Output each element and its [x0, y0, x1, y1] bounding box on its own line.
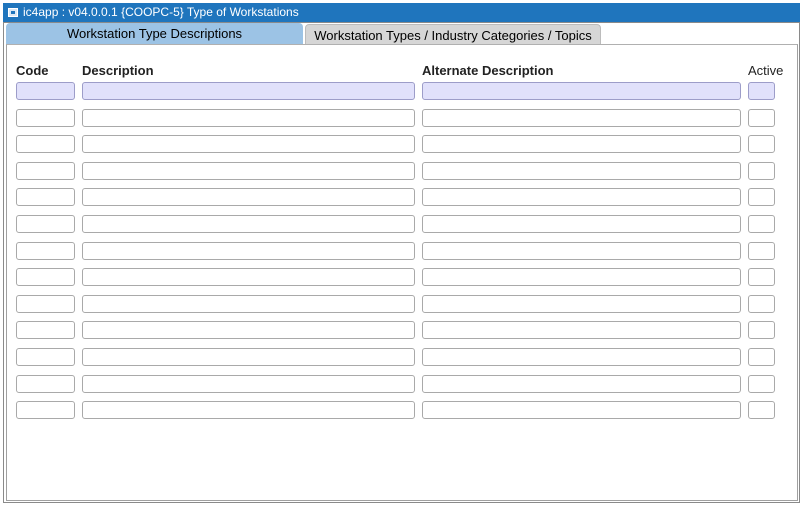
row-8-description-field[interactable] [82, 268, 415, 286]
row-8-code-field[interactable] [16, 268, 75, 286]
row-1-alternate-description-field[interactable] [422, 82, 741, 100]
row-1-active-field[interactable] [748, 82, 775, 100]
row-8-active-field[interactable] [748, 268, 775, 286]
row-10-alternate-description-field[interactable] [422, 321, 741, 339]
row-9-description-field[interactable] [82, 295, 415, 313]
row-7-alternate-description-field[interactable] [422, 242, 741, 260]
row-13-active-field[interactable] [748, 401, 775, 419]
row-4-alternate-description-field[interactable] [422, 162, 741, 180]
row-6-code-field[interactable] [16, 215, 75, 233]
row-13-code-field[interactable] [16, 401, 75, 419]
column-header-active: Active [748, 63, 784, 78]
row-5-description-field[interactable] [82, 188, 415, 206]
row-4-description-field[interactable] [82, 162, 415, 180]
row-10-code-field[interactable] [16, 321, 75, 339]
row-12-description-field[interactable] [82, 375, 415, 393]
row-2-code-field[interactable] [16, 109, 75, 127]
row-6-description-field[interactable] [82, 215, 415, 233]
tab-workstation-type-descriptions[interactable]: Workstation Type Descriptions [6, 23, 303, 44]
row-5-code-field[interactable] [16, 188, 75, 206]
window-title: ic4app : v04.0.0.1 {COOPC-5} Type of Wor… [23, 5, 299, 19]
row-7-code-field[interactable] [16, 242, 75, 260]
row-2-alternate-description-field[interactable] [422, 109, 741, 127]
row-1-description-field[interactable] [82, 82, 415, 100]
row-12-code-field[interactable] [16, 375, 75, 393]
row-11-active-field[interactable] [748, 348, 775, 366]
column-header-description: Description [82, 63, 154, 78]
row-5-alternate-description-field[interactable] [422, 188, 741, 206]
window-titlebar: ic4app : v04.0.0.1 {COOPC-5} Type of Wor… [3, 3, 800, 22]
row-1-code-field[interactable] [16, 82, 75, 100]
row-12-alternate-description-field[interactable] [422, 375, 741, 393]
row-11-alternate-description-field[interactable] [422, 348, 741, 366]
row-3-code-field[interactable] [16, 135, 75, 153]
row-6-alternate-description-field[interactable] [422, 215, 741, 233]
tab-workstation-types-industry-categories-topics[interactable]: Workstation Types / Industry Categories … [305, 24, 601, 45]
row-3-description-field[interactable] [82, 135, 415, 153]
row-4-code-field[interactable] [16, 162, 75, 180]
column-header-code: Code [16, 63, 49, 78]
row-3-active-field[interactable] [748, 135, 775, 153]
row-7-active-field[interactable] [748, 242, 775, 260]
row-2-description-field[interactable] [82, 109, 415, 127]
row-10-active-field[interactable] [748, 321, 775, 339]
row-10-description-field[interactable] [82, 321, 415, 339]
row-5-active-field[interactable] [748, 188, 775, 206]
row-9-active-field[interactable] [748, 295, 775, 313]
row-6-active-field[interactable] [748, 215, 775, 233]
row-11-description-field[interactable] [82, 348, 415, 366]
row-9-code-field[interactable] [16, 295, 75, 313]
row-3-alternate-description-field[interactable] [422, 135, 741, 153]
app-icon [8, 8, 18, 17]
row-11-code-field[interactable] [16, 348, 75, 366]
row-2-active-field[interactable] [748, 109, 775, 127]
row-13-alternate-description-field[interactable] [422, 401, 741, 419]
row-9-alternate-description-field[interactable] [422, 295, 741, 313]
row-8-alternate-description-field[interactable] [422, 268, 741, 286]
row-12-active-field[interactable] [748, 375, 775, 393]
row-4-active-field[interactable] [748, 162, 775, 180]
row-13-description-field[interactable] [82, 401, 415, 419]
row-7-description-field[interactable] [82, 242, 415, 260]
column-header-alternate-description: Alternate Description [422, 63, 554, 78]
